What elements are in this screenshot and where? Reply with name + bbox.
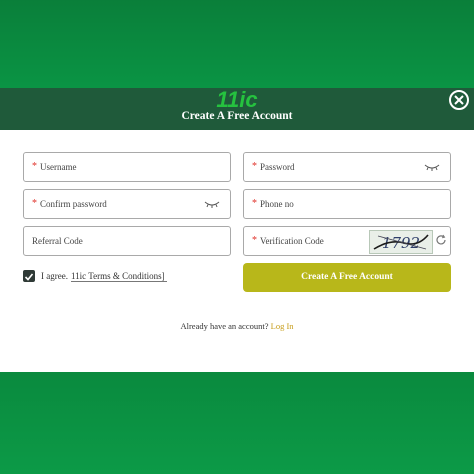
username-placeholder: Username [40,162,77,172]
page-backdrop-top [0,0,474,88]
refresh-captcha-icon[interactable] [435,234,447,246]
referral-code-field[interactable]: Referral Code [23,226,231,256]
required-mark: * [252,161,257,172]
confirm-password-field[interactable]: * Confirm password [23,189,231,219]
agree-label: I agree. [41,271,68,281]
required-mark: * [252,235,257,246]
login-prompt-line: Already have an account? Log In [0,321,474,331]
eye-closed-icon[interactable] [424,163,440,171]
referral-code-placeholder: Referral Code [32,236,83,246]
close-icon [454,95,464,105]
brand-logo: 11ic [216,89,257,111]
eye-closed-icon[interactable] [204,200,220,208]
password-field[interactable]: * Password [243,152,451,182]
confirm-password-placeholder: Confirm password [40,199,107,209]
login-link[interactable]: Log In [271,321,294,331]
phone-field[interactable]: * Phone no [243,189,451,219]
phone-placeholder: Phone no [260,199,294,209]
terms-link[interactable]: 11ic Terms & Conditions] [71,271,167,282]
logo-text: 11ic [216,89,257,111]
checkmark-icon [24,273,34,281]
close-button[interactable] [449,90,469,110]
required-mark: * [32,198,37,209]
required-mark: * [32,161,37,172]
required-mark: * [252,198,257,209]
page-backdrop-bottom [0,372,474,474]
create-account-button[interactable]: Create A Free Account [243,263,451,292]
captcha-image: 1792 [369,230,433,254]
username-field[interactable]: * Username [23,152,231,182]
agree-checkbox[interactable] [23,270,35,282]
verification-code-placeholder: Verification Code [260,236,324,246]
modal-title: Create A Free Account [181,110,293,122]
password-placeholder: Password [260,162,295,172]
login-prompt: Already have an account? [180,321,269,331]
